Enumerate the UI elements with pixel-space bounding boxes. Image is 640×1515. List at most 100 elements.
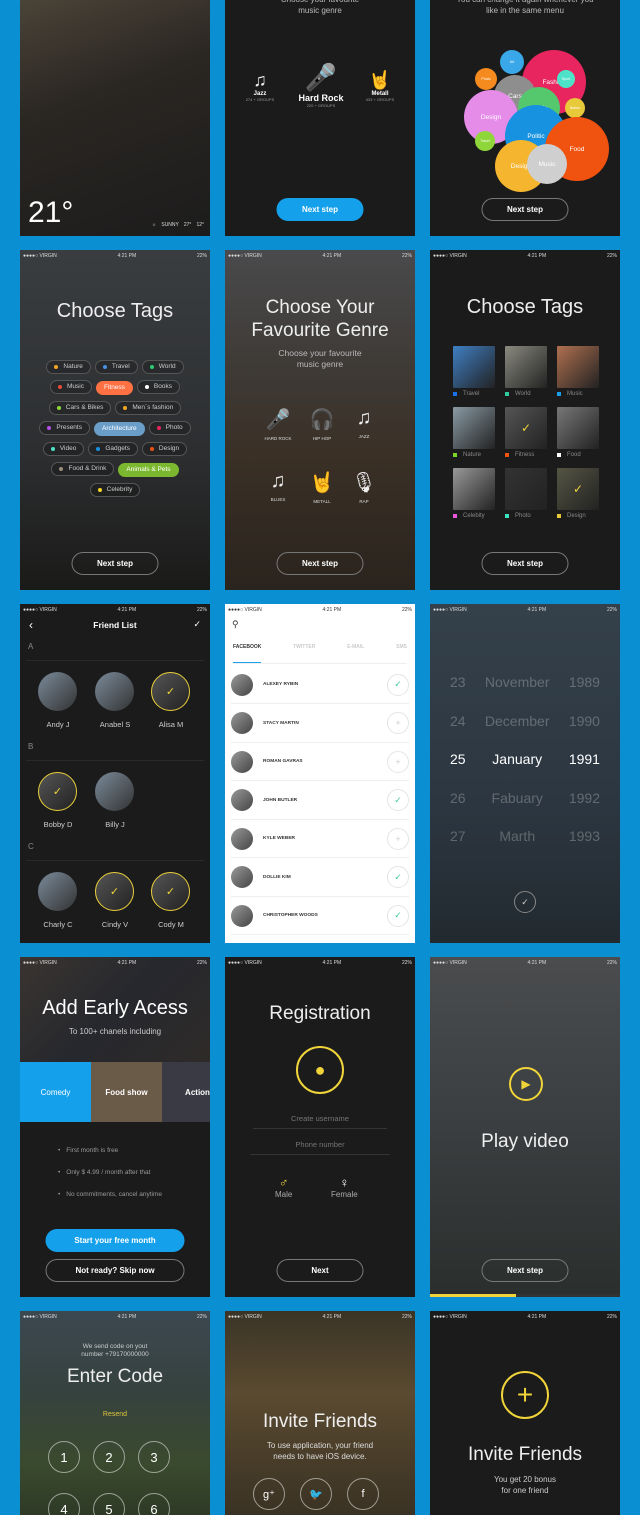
add-button[interactable]: + bbox=[387, 750, 409, 773]
keypad-key-2[interactable]: 2 bbox=[93, 1441, 125, 1473]
tab-facebook[interactable]: FACEBOOK bbox=[233, 644, 262, 663]
genre-option[interactable]: 🤘 METALL bbox=[307, 470, 337, 504]
genre-option[interactable]: ♫ JAZZ bbox=[349, 407, 379, 439]
tag-photo[interactable] bbox=[505, 468, 547, 510]
tag-pill[interactable]: Fitness bbox=[95, 381, 133, 395]
avatar-icon[interactable]: ● bbox=[296, 1046, 344, 1094]
next-step-button[interactable]: Next step bbox=[71, 552, 159, 575]
video-progress[interactable] bbox=[430, 1294, 620, 1297]
confirm-check-button[interactable]: ✓ bbox=[514, 891, 536, 913]
resend-link[interactable]: Resend bbox=[20, 1411, 210, 1418]
tag-pill[interactable]: Gadgets bbox=[88, 442, 138, 456]
tag-dot bbox=[557, 453, 561, 457]
keypad-key-1[interactable]: 1 bbox=[48, 1441, 80, 1473]
skip-now-button[interactable]: Not ready? Skip now bbox=[45, 1259, 185, 1282]
category-comedy[interactable]: Comedy bbox=[20, 1062, 91, 1122]
keypad-key-5[interactable]: 5 bbox=[93, 1493, 125, 1515]
tag-pill[interactable]: Nature bbox=[46, 360, 91, 374]
friend-name: Bobby D bbox=[43, 820, 73, 829]
date-row[interactable]: 24 December 1990 bbox=[450, 713, 600, 729]
male-option[interactable]: ♂ Male bbox=[275, 1175, 292, 1199]
search-icon[interactable]: ⚲ bbox=[232, 619, 239, 630]
tag-pill[interactable]: Music bbox=[49, 380, 92, 394]
genre-option[interactable]: 🎤 Hard Rock 220 + GROUPS bbox=[298, 62, 343, 108]
tag-bubble[interactable]: Nature bbox=[565, 98, 585, 118]
keypad-key-6[interactable]: 6 bbox=[138, 1493, 170, 1515]
date-row[interactable]: 26 Fabuary 1992 bbox=[450, 790, 600, 806]
next-step-button[interactable]: Next step bbox=[481, 1259, 569, 1282]
tag-bubble[interactable]: Travel bbox=[475, 131, 495, 151]
tag-photo[interactable] bbox=[557, 407, 599, 449]
tag-photo[interactable] bbox=[453, 346, 495, 388]
tag-pill[interactable]: Food & Drink bbox=[51, 462, 115, 476]
genre-option[interactable]: ♫ Jazz 274 + GROUPS bbox=[245, 70, 275, 102]
play-button[interactable]: ▶ bbox=[509, 1067, 543, 1101]
female-option[interactable]: ♀ Female bbox=[331, 1175, 358, 1199]
tag-photo[interactable]: ✓ bbox=[557, 468, 599, 510]
avatar[interactable]: ✓ bbox=[38, 772, 77, 811]
add-button[interactable]: + bbox=[387, 712, 409, 734]
genre-option[interactable]: ♫ BLUES bbox=[263, 470, 293, 502]
tag-photo[interactable] bbox=[453, 407, 495, 449]
tag-pill[interactable]: World bbox=[141, 360, 184, 374]
keypad-key-4[interactable]: 4 bbox=[48, 1493, 80, 1515]
tab-e-mail[interactable]: E-MAIL bbox=[347, 644, 364, 663]
phone-input[interactable] bbox=[250, 1135, 390, 1155]
tag-bubble[interactable]: Photo bbox=[475, 68, 497, 90]
added-check-button[interactable]: ✓ bbox=[387, 904, 409, 927]
start-free-month-button[interactable]: Start your free month bbox=[45, 1229, 185, 1252]
tag-pill[interactable]: Animals & Pets bbox=[118, 463, 179, 477]
tag-photo[interactable] bbox=[505, 346, 547, 388]
tag-photo[interactable] bbox=[557, 346, 599, 388]
category-action[interactable]: Action bbox=[162, 1062, 210, 1122]
genre-option[interactable]: 🎧 HIP HOP bbox=[307, 407, 337, 441]
tab-sms[interactable]: SMS bbox=[396, 644, 407, 663]
added-check-button[interactable]: ✓ bbox=[387, 866, 409, 888]
date-row[interactable]: 25 January 1991 bbox=[450, 751, 600, 767]
add-button[interactable]: + bbox=[387, 827, 409, 850]
keypad-key-3[interactable]: 3 bbox=[138, 1441, 170, 1473]
genre-option[interactable]: 🎙 RAP bbox=[349, 470, 379, 504]
avatar[interactable]: ✓ bbox=[151, 872, 190, 911]
avatar[interactable]: ✓ bbox=[151, 672, 190, 711]
check-icon[interactable]: ✓ bbox=[193, 619, 201, 630]
tag-pill[interactable]: Photo bbox=[148, 421, 191, 435]
tag-pill[interactable]: Celebrity bbox=[89, 483, 141, 497]
add-friend-button[interactable]: + bbox=[501, 1371, 549, 1419]
tag-pill[interactable]: Men`s fashion bbox=[115, 401, 182, 415]
google-plus-button[interactable]: g⁺ bbox=[253, 1478, 285, 1510]
next-button[interactable]: Next bbox=[276, 1259, 364, 1282]
avatar[interactable] bbox=[95, 672, 134, 711]
username-input[interactable] bbox=[253, 1109, 387, 1129]
tag-bubble[interactable]: Sport bbox=[557, 70, 575, 88]
tag-photo[interactable]: ✓ bbox=[505, 407, 547, 449]
tag-pill[interactable]: Cars & Bikes bbox=[48, 401, 112, 415]
added-check-button[interactable]: ✓ bbox=[387, 673, 409, 696]
tag-pill[interactable]: Video bbox=[42, 442, 85, 456]
tag-photo[interactable] bbox=[453, 468, 495, 510]
facebook-button[interactable]: f bbox=[347, 1478, 379, 1510]
tag-bubble[interactable]: Music bbox=[527, 144, 567, 184]
date-row[interactable]: 23 November 1989 bbox=[450, 674, 600, 690]
avatar[interactable]: ✓ bbox=[95, 872, 134, 911]
next-step-button[interactable]: Next step bbox=[276, 552, 364, 575]
genre-option[interactable]: 🤘 Metall 433 + GROUPS bbox=[365, 70, 395, 102]
twitter-button[interactable]: 🐦 bbox=[300, 1478, 332, 1510]
avatar[interactable] bbox=[95, 772, 134, 811]
tag-pill[interactable]: Design bbox=[141, 442, 188, 456]
next-step-button[interactable]: Next step bbox=[481, 552, 569, 575]
next-step-button[interactable]: Next step bbox=[481, 198, 569, 221]
genre-option[interactable]: 🎤 HARD ROCK bbox=[263, 407, 293, 441]
category-food-show[interactable]: Food show bbox=[91, 1062, 162, 1122]
tag-pill[interactable]: Architecture bbox=[93, 422, 145, 436]
added-check-button[interactable]: ✓ bbox=[387, 789, 409, 811]
tag-pill[interactable]: Presents bbox=[39, 421, 90, 435]
tag-pill[interactable]: Travel bbox=[94, 360, 138, 374]
next-step-button[interactable]: Next step bbox=[276, 198, 364, 221]
date-row[interactable]: 27 Marth 1993 bbox=[450, 828, 600, 844]
tab-twitter[interactable]: TWITTER bbox=[293, 644, 315, 663]
avatar[interactable] bbox=[38, 672, 77, 711]
tag-pill[interactable]: Books bbox=[136, 380, 180, 394]
avatar[interactable] bbox=[38, 872, 77, 911]
tag-bubble[interactable]: Art bbox=[500, 50, 524, 74]
